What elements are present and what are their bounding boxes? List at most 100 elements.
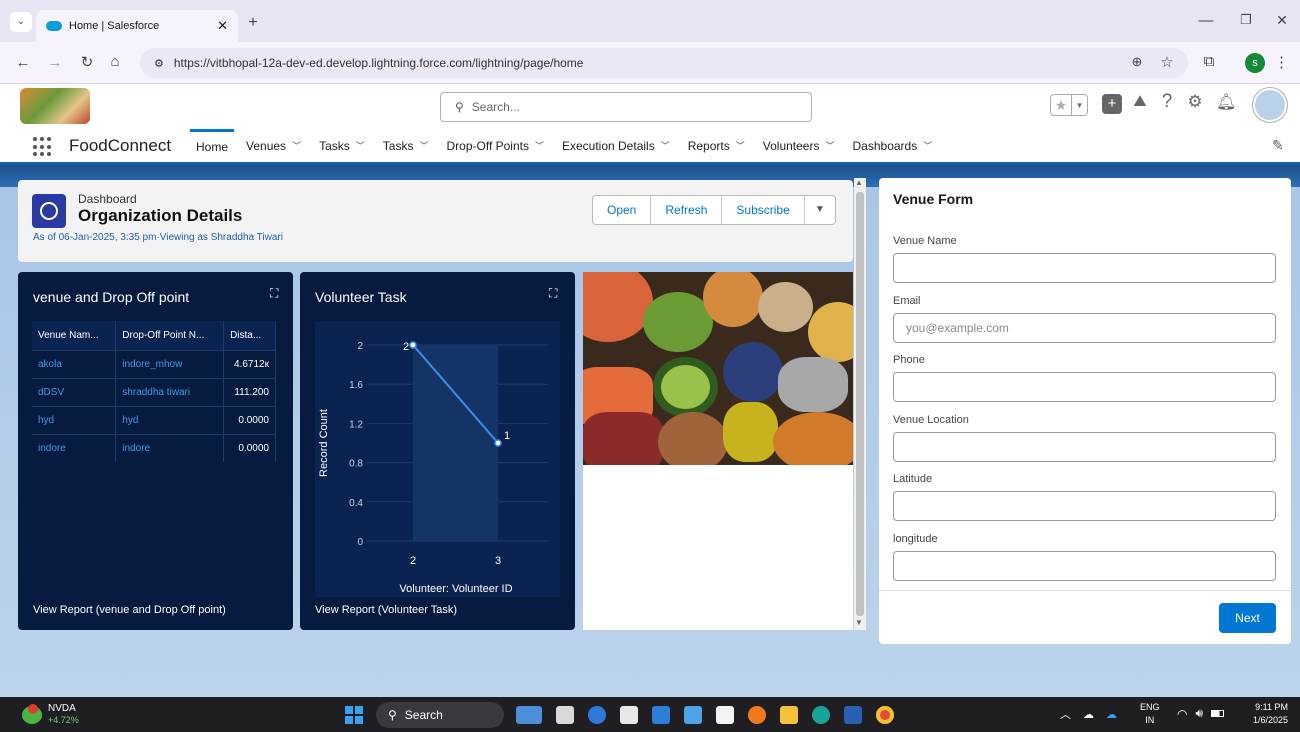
quick-settings[interactable]: ◠ 🔊︎ bbox=[1177, 706, 1225, 721]
chrome-icon[interactable] bbox=[876, 706, 894, 724]
nav-tab-venues[interactable]: Venues ﹀ bbox=[240, 129, 307, 162]
zoom-icon[interactable]: ⊕ bbox=[1128, 54, 1146, 70]
file-explorer-icon[interactable] bbox=[780, 706, 798, 724]
nav-tab-dashboards[interactable]: Dashboards ﹀ bbox=[847, 129, 939, 162]
more-actions-dropdown-icon[interactable]: ▼ bbox=[805, 196, 835, 224]
form-input-phone[interactable] bbox=[893, 372, 1276, 402]
back-icon[interactable]: ← bbox=[14, 54, 32, 71]
notifications-bell-icon[interactable]: 🔔︎ bbox=[1216, 92, 1236, 112]
global-search-input[interactable]: ⚲ Search... bbox=[440, 92, 812, 122]
column-header[interactable]: Dista... bbox=[223, 321, 276, 350]
mail-icon[interactable] bbox=[684, 706, 702, 724]
minimize-icon[interactable]: — bbox=[1196, 12, 1216, 29]
wifi-icon: ◠ bbox=[1177, 706, 1188, 721]
nav-tab-home[interactable]: Home bbox=[190, 129, 235, 162]
chevron-down-icon[interactable]: ﹀ bbox=[535, 139, 544, 152]
venue-name-link[interactable]: indore bbox=[32, 433, 117, 462]
reload-icon[interactable]: ↻ bbox=[78, 53, 96, 71]
venue-name-link[interactable]: hyd bbox=[32, 405, 117, 434]
browser-tab[interactable]: Home | Salesforce ✕ bbox=[36, 10, 238, 42]
venue-name-link[interactable]: dDSV bbox=[32, 377, 117, 406]
copilot-icon[interactable] bbox=[588, 706, 606, 724]
bookmark-star-icon[interactable]: ☆ bbox=[1158, 53, 1176, 71]
data-point[interactable] bbox=[409, 341, 417, 349]
chevron-down-icon[interactable]: ﹀ bbox=[292, 139, 301, 152]
column-header[interactable]: Venue Nam... bbox=[32, 321, 117, 350]
form-input-longitude[interactable] bbox=[893, 550, 1276, 581]
tab-search-button[interactable]: ⌄ bbox=[10, 12, 32, 32]
drop-off-point-link[interactable]: shraddha tiwari bbox=[115, 377, 225, 406]
setup-gear-icon[interactable]: ⚙ bbox=[1186, 92, 1204, 112]
dashboard-scrollbar[interactable]: ▲ ▼ bbox=[854, 178, 866, 630]
chevron-down-icon[interactable]: ﹀ bbox=[661, 139, 670, 152]
task-view-icon[interactable] bbox=[556, 706, 574, 724]
edge-icon[interactable] bbox=[812, 706, 830, 724]
scrollbar-thumb[interactable] bbox=[856, 192, 864, 616]
language-indicator[interactable]: ENG IN bbox=[1140, 701, 1160, 727]
chevron-down-icon[interactable]: ﹀ bbox=[825, 139, 834, 152]
chevron-down-icon[interactable]: ﹀ bbox=[923, 139, 932, 152]
onedrive-blue-cloud-icon[interactable]: ☁ bbox=[1106, 708, 1117, 721]
drop-off-point-link[interactable]: hyd bbox=[115, 405, 225, 434]
form-input-email[interactable]: you@example.com bbox=[893, 312, 1276, 343]
nav-tab-volunteers[interactable]: Volunteers ﹀ bbox=[757, 129, 841, 162]
view-report-link[interactable]: View Report (Volunteer Task) bbox=[315, 604, 457, 616]
favorite-star-icon[interactable]: ★ bbox=[1050, 94, 1072, 116]
trailhead-icon[interactable]: ⛰ bbox=[1130, 93, 1150, 111]
widgets-icon[interactable] bbox=[516, 706, 542, 724]
favorites-dropdown-icon[interactable]: ▾ bbox=[1072, 94, 1088, 116]
address-bar[interactable]: ⚙ https://vitbhopal-12a-dev-ed.develop.l… bbox=[140, 48, 1188, 78]
chevron-down-icon[interactable]: ﹀ bbox=[419, 139, 428, 152]
form-input-latitude[interactable] bbox=[893, 491, 1276, 521]
store-icon[interactable] bbox=[620, 706, 638, 724]
taskbar-search[interactable]: ⚲ Search bbox=[376, 702, 504, 728]
next-button[interactable]: Next bbox=[1219, 603, 1276, 633]
new-tab-button[interactable]: + bbox=[244, 14, 262, 32]
venue-name-link[interactable]: akola bbox=[32, 349, 117, 378]
site-info-icon[interactable]: ⚙ bbox=[154, 57, 164, 70]
tray-chevron-up-icon[interactable]: ︿ bbox=[1060, 706, 1071, 722]
word-icon[interactable] bbox=[844, 706, 862, 724]
forward-icon[interactable]: → bbox=[46, 54, 64, 71]
extensions-icon[interactable]: ⧉ bbox=[1200, 53, 1218, 70]
teams-icon[interactable] bbox=[652, 706, 670, 724]
onedrive-cloud-icon[interactable]: ☁ bbox=[1083, 708, 1094, 721]
restore-icon[interactable]: ❐ bbox=[1236, 12, 1256, 28]
user-avatar[interactable] bbox=[1253, 88, 1287, 122]
nav-tab-tasks[interactable]: Tasks ﹀ bbox=[313, 129, 371, 162]
view-report-link[interactable]: View Report (venue and Drop Off point) bbox=[33, 604, 226, 616]
data-point[interactable] bbox=[494, 439, 502, 447]
nav-tab-tasks-2[interactable]: Tasks ﹀ bbox=[377, 129, 435, 162]
global-actions-icon[interactable]: + bbox=[1102, 94, 1122, 114]
form-input-venue-name[interactable] bbox=[893, 253, 1276, 283]
drop-off-point-link[interactable]: indore bbox=[115, 433, 225, 462]
clock[interactable]: 9:11 PM 1/6/2025 bbox=[1244, 701, 1288, 727]
expand-icon[interactable]: ⛶ bbox=[549, 286, 557, 301]
document-icon[interactable] bbox=[716, 706, 734, 724]
edit-nav-pencil-icon[interactable]: ✎ bbox=[1272, 137, 1284, 154]
nav-tab-execution-details[interactable]: Execution Details ﹀ bbox=[556, 129, 676, 162]
drop-off-point-link[interactable]: indore_mhow bbox=[115, 349, 225, 378]
chevron-down-icon[interactable]: ﹀ bbox=[736, 139, 745, 152]
subscribe-button[interactable]: Subscribe bbox=[722, 196, 805, 224]
nav-tab-drop-off-points[interactable]: Drop-Off Points ﹀ bbox=[440, 129, 550, 162]
nav-tab-reports[interactable]: Reports ﹀ bbox=[682, 129, 751, 162]
open-button[interactable]: Open bbox=[593, 196, 652, 224]
windows-start-icon[interactable] bbox=[345, 706, 363, 724]
stock-widget[interactable]: NVDA +4.72% bbox=[22, 703, 79, 726]
tab-close-icon[interactable]: ✕ bbox=[217, 18, 228, 34]
window-close-icon[interactable]: ✕ bbox=[1272, 12, 1292, 29]
app-launcher-icon[interactable] bbox=[33, 137, 53, 157]
refresh-button[interactable]: Refresh bbox=[651, 196, 723, 224]
column-header[interactable]: Drop-Off Point N... bbox=[115, 321, 225, 350]
scroll-up-icon[interactable]: ▲ bbox=[855, 178, 863, 187]
firefox-icon[interactable] bbox=[748, 706, 766, 724]
expand-icon[interactable]: ⛶ bbox=[270, 286, 278, 301]
help-icon[interactable]: ? bbox=[1158, 91, 1176, 113]
profile-avatar[interactable]: s bbox=[1245, 53, 1265, 73]
browser-menu-icon[interactable]: ⋮ bbox=[1274, 53, 1289, 71]
chevron-down-icon[interactable]: ﹀ bbox=[356, 139, 365, 152]
home-icon[interactable]: ⌂ bbox=[106, 53, 124, 70]
form-input-venue-location[interactable] bbox=[893, 431, 1276, 462]
scroll-down-icon[interactable]: ▼ bbox=[855, 618, 863, 627]
